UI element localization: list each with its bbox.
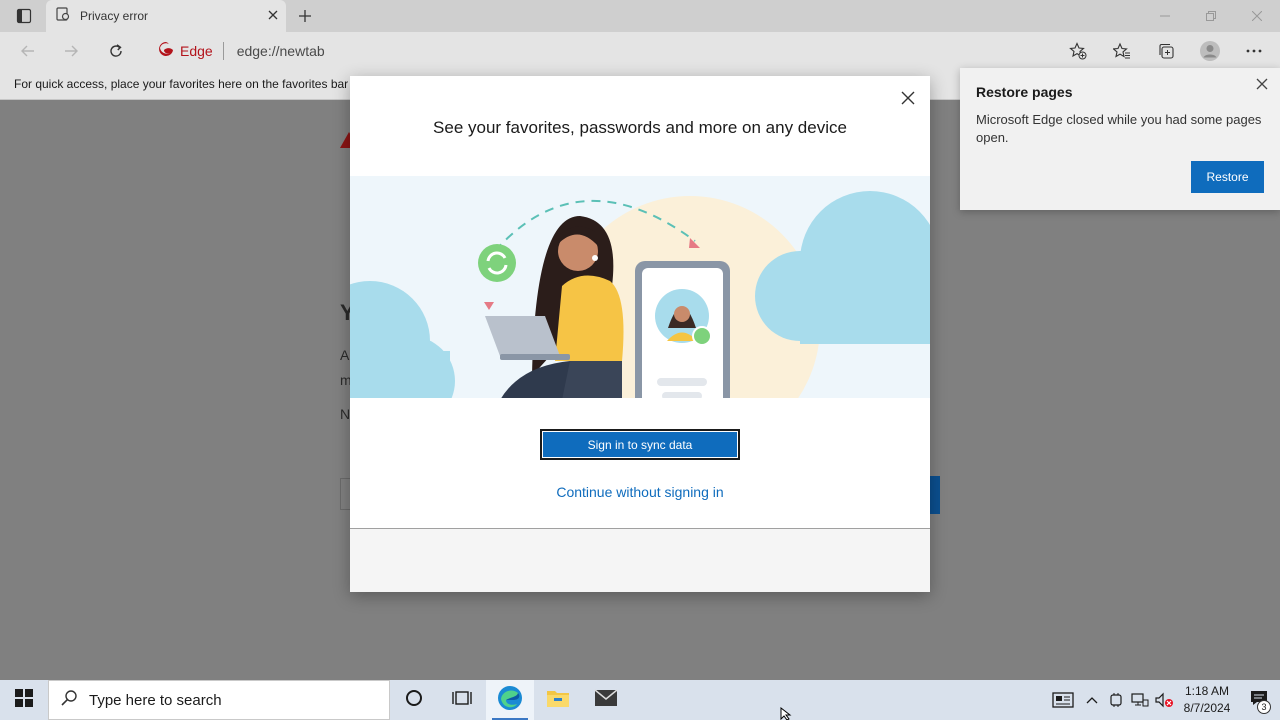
restore-title: Restore pages (976, 84, 1073, 100)
window-controls (1142, 0, 1280, 32)
edge-badge-label: Edge (180, 43, 213, 59)
clock-time: 1:18 AM (1184, 684, 1230, 698)
forward-button[interactable] (57, 37, 85, 65)
background-input-edge (340, 478, 350, 510)
close-window-button[interactable] (1234, 0, 1280, 32)
toolbar-actions (1064, 37, 1268, 65)
tab-strip: Privacy error (0, 0, 1280, 32)
restore-button[interactable]: Restore (1191, 161, 1264, 193)
taskbar-mail[interactable] (582, 680, 630, 720)
favorites-bar-message: For quick access, place your favorites h… (14, 77, 349, 91)
new-tab-button[interactable] (293, 4, 317, 28)
restore-close-icon[interactable] (1254, 76, 1270, 92)
background-text-1: A (340, 347, 350, 363)
favorites-icon[interactable] (1108, 37, 1136, 65)
edge-badge[interactable]: Edge (148, 41, 224, 62)
tab-title: Privacy error (80, 9, 149, 23)
clock-date: 8/7/2024 (1183, 701, 1231, 715)
dialog-footer (350, 528, 930, 592)
address-bar[interactable]: Edge edge://newtab (148, 36, 548, 66)
tab-close-icon[interactable] (268, 7, 278, 25)
edge-app-icon (497, 685, 523, 716)
profile-avatar[interactable] (1196, 37, 1224, 65)
url-text[interactable]: edge://newtab (224, 43, 325, 59)
notification-count-badge: 3 (1257, 700, 1271, 714)
search-icon (61, 689, 77, 711)
taskbar-clock[interactable]: 1:18 AM 8/7/2024 (1176, 683, 1238, 717)
windows-logo-icon (15, 688, 33, 712)
refresh-button[interactable] (102, 37, 130, 65)
edge-logo-icon (158, 41, 174, 62)
restore-window-button[interactable] (1188, 0, 1234, 32)
dialog-title: See your favorites, passwords and more o… (433, 118, 847, 137)
taskbar-edge-app[interactable] (486, 680, 534, 720)
device-icon[interactable] (1104, 680, 1128, 720)
background-text-3: N (340, 406, 351, 422)
browser-tab[interactable]: Privacy error (46, 0, 286, 32)
start-button[interactable] (0, 680, 48, 720)
system-tray: 1:18 AM 8/7/2024 3 (1046, 680, 1280, 720)
mail-icon (594, 688, 618, 712)
folder-icon (546, 688, 570, 713)
browser-toolbar: Edge edge://newtab (0, 32, 1280, 70)
dialog-close-icon[interactable] (898, 88, 918, 108)
task-view-icon (452, 689, 472, 712)
action-center-button[interactable]: 3 (1238, 680, 1280, 720)
cortana-button[interactable] (390, 680, 438, 720)
settings-more-icon[interactable] (1240, 37, 1268, 65)
task-view-button[interactable] (438, 680, 486, 720)
sync-illustration (310, 176, 940, 456)
cortana-circle-icon (405, 689, 423, 712)
minimize-button[interactable] (1142, 0, 1188, 32)
collections-icon[interactable] (1152, 37, 1180, 65)
add-favorite-icon[interactable] (1064, 37, 1092, 65)
mouse-cursor-icon (780, 706, 792, 720)
taskbar-file-explorer[interactable] (534, 680, 582, 720)
windows-taskbar: Type here to search 1:18 AM 8/7/2024 3 (0, 680, 1280, 720)
continue-without-signin-link[interactable]: Continue without signing in (350, 484, 930, 500)
back-button[interactable] (14, 37, 42, 65)
volume-muted-icon[interactable] (1152, 680, 1176, 720)
sign-in-sync-button[interactable]: Sign in to sync data (540, 429, 740, 460)
news-widget-icon[interactable] (1046, 680, 1080, 720)
search-placeholder: Type here to search (89, 691, 222, 709)
tab-actions-icon[interactable] (8, 4, 40, 28)
show-hidden-icons-chevron[interactable] (1080, 680, 1104, 720)
sync-signin-dialog: See your favorites, passwords and more o… (310, 76, 940, 592)
restore-message: Microsoft Edge closed while you had some… (976, 112, 1262, 145)
restore-pages-popup: Restore pages Microsoft Edge closed whil… (960, 68, 1280, 210)
taskbar-search-box[interactable]: Type here to search (48, 680, 390, 720)
privacy-error-icon (56, 6, 70, 26)
network-icon[interactable] (1128, 680, 1152, 720)
